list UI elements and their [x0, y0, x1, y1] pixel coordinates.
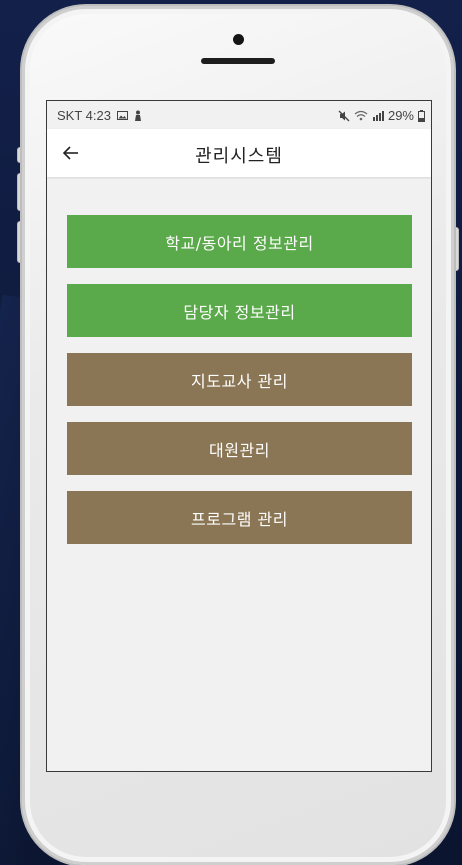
image-icon — [116, 111, 128, 120]
advisor-teacher-button[interactable]: 지도교사 관리 — [67, 353, 412, 406]
signal-icon — [372, 111, 384, 121]
phone-screen: SKT 4:23 29% 관리시스템 학교/동아리 정보관리 담당자 정보관리 … — [46, 100, 432, 772]
app-bar: 관리시스템 — [47, 129, 431, 177]
manager-info-button[interactable]: 담당자 정보관리 — [67, 284, 412, 337]
wifi-icon — [354, 110, 368, 121]
mute-icon — [338, 110, 350, 121]
earpiece-speaker — [201, 58, 275, 64]
page-title: 관리시스템 — [195, 146, 283, 167]
battery-percent: 29% — [387, 108, 414, 123]
menu-list: 학교/동아리 정보관리 담당자 정보관리 지도교사 관리 대원관리 프로그램 관… — [67, 215, 412, 560]
status-right: 29% — [338, 108, 425, 123]
status-left: SKT 4:23 — [57, 108, 142, 123]
battery-icon — [418, 109, 425, 122]
member-management-button[interactable]: 대원관리 — [67, 422, 412, 475]
background: SKT 4:23 29% 관리시스템 학교/동아리 정보관리 담당자 정보관리 … — [0, 0, 462, 865]
school-club-info-button[interactable]: 학교/동아리 정보관리 — [67, 215, 412, 268]
front-camera — [233, 34, 244, 45]
phone-chin — [46, 772, 432, 852]
program-management-button[interactable]: 프로그램 관리 — [67, 491, 412, 544]
person-icon — [134, 110, 141, 121]
carrier-time: SKT 4:23 — [57, 108, 111, 123]
status-bar: SKT 4:23 29% — [47, 101, 431, 129]
